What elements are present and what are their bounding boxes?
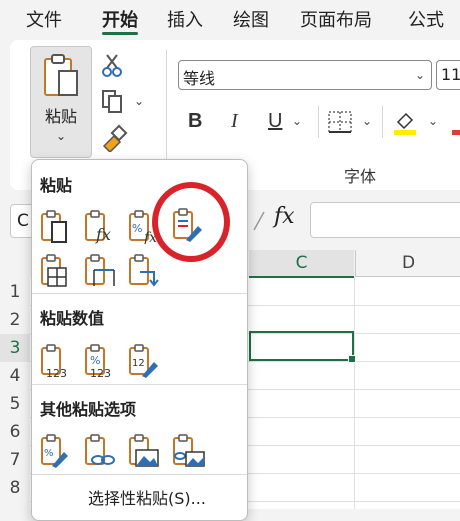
row-header-1[interactable]: 1 — [0, 278, 30, 306]
formula-input[interactable] — [310, 202, 460, 238]
active-tab-indicator — [102, 32, 138, 35]
paste-button[interactable]: 粘贴 ⌄ — [30, 46, 92, 158]
paste-formulas-icon[interactable]: fx — [84, 210, 118, 244]
paste-picture-icon[interactable] — [128, 434, 162, 468]
tab-insert[interactable]: 插入 — [167, 6, 203, 32]
row-header-2[interactable]: 2 — [0, 306, 30, 334]
selected-cell[interactable] — [249, 331, 356, 363]
borders-dropdown-chevron[interactable]: ⌄ — [362, 114, 372, 128]
paste-section-title: 粘贴 — [40, 176, 73, 195]
paste-special-menu-item[interactable]: 选择性粘贴(S)... — [88, 485, 206, 509]
paste-values-source-formatting-icon[interactable]: 12 — [128, 344, 162, 378]
font-color-icon[interactable] — [452, 130, 460, 135]
row-header-7[interactable]: 7 — [0, 446, 30, 474]
svg-text:%: % — [132, 222, 142, 235]
menu-divider — [32, 474, 247, 475]
column-header-d[interactable]: D — [355, 250, 460, 277]
font-group-label: 字体 — [344, 167, 377, 186]
italic-button[interactable]: I — [231, 110, 238, 133]
paste-icon[interactable] — [40, 210, 74, 244]
grid-line — [354, 277, 355, 509]
fill-color-icon[interactable] — [392, 108, 418, 136]
tab-draw[interactable]: 绘图 — [233, 6, 269, 32]
row-header-8[interactable]: 8 — [0, 474, 30, 502]
svg-text:%: % — [90, 354, 100, 367]
font-name-value: 等线 — [183, 69, 216, 88]
svg-text:fx: fx — [95, 225, 111, 244]
svg-text:%: % — [44, 448, 54, 459]
copy-dropdown-chevron[interactable]: ⌄ — [134, 94, 144, 108]
borders-icon[interactable] — [327, 110, 353, 134]
paste-link-icon[interactable] — [84, 434, 118, 468]
paste-no-borders-icon[interactable] — [40, 254, 74, 288]
tab-home[interactable]: 开始 — [102, 6, 138, 32]
highlight-circle-annotation — [152, 182, 230, 262]
row-header-3[interactable]: 3 — [0, 334, 30, 362]
ribbon-separator — [382, 106, 383, 138]
paste-transpose-icon[interactable] — [128, 254, 162, 288]
font-name-select[interactable]: 等线 ⌄ — [178, 60, 432, 90]
chevron-down-icon[interactable]: ⌄ — [31, 129, 91, 143]
tab-file[interactable]: 文件 — [26, 6, 62, 32]
format-painter-icon[interactable] — [100, 124, 128, 152]
menu-divider — [32, 293, 247, 294]
row-header-4[interactable]: 4 — [0, 362, 30, 390]
svg-text:123: 123 — [46, 367, 67, 378]
copy-icon[interactable] — [100, 88, 126, 114]
ribbon-separator — [166, 50, 167, 160]
paste-values-number-formatting-icon[interactable]: % 123 — [84, 344, 118, 378]
clipboard-icon — [44, 54, 78, 96]
row-header-5[interactable]: 5 — [0, 390, 30, 418]
font-size-value: 11 — [441, 65, 460, 84]
fill-handle[interactable] — [348, 355, 356, 363]
paste-values-section-title: 粘贴数值 — [40, 309, 105, 328]
menu-divider — [32, 384, 247, 385]
ribbon-separator — [318, 106, 319, 138]
tab-formulas[interactable]: 公式 — [408, 6, 444, 32]
paste-keep-column-widths-icon[interactable] — [84, 254, 118, 288]
paste-formatting-icon[interactable]: % — [40, 434, 74, 468]
paste-label: 粘贴 — [44, 107, 77, 126]
formula-bar-divider — [253, 211, 265, 231]
menu-bar: 文件 开始 插入 绘图 页面布局 公式 — [0, 0, 460, 36]
name-box-value: C — [17, 211, 29, 231]
underline-dropdown-chevron[interactable]: ⌄ — [292, 114, 302, 128]
bold-button[interactable]: B — [188, 110, 202, 133]
chevron-down-icon: ⌄ — [414, 68, 425, 82]
font-size-select[interactable]: 11 — [436, 60, 460, 90]
cut-icon[interactable] — [100, 52, 126, 78]
tab-page-layout[interactable]: 页面布局 — [300, 6, 372, 32]
paste-values-icon[interactable]: 123 — [40, 344, 74, 378]
linked-picture-icon[interactable] — [172, 434, 206, 468]
underline-button[interactable]: U — [268, 110, 282, 133]
column-header-c[interactable]: C — [249, 250, 354, 278]
insert-function-button[interactable]: fx — [274, 204, 295, 229]
svg-text:12: 12 — [132, 358, 145, 369]
other-paste-options-title: 其他粘贴选项 — [40, 400, 137, 419]
svg-text:123: 123 — [90, 367, 111, 378]
row-header-6[interactable]: 6 — [0, 418, 30, 446]
fill-color-dropdown-chevron[interactable]: ⌄ — [428, 114, 438, 128]
